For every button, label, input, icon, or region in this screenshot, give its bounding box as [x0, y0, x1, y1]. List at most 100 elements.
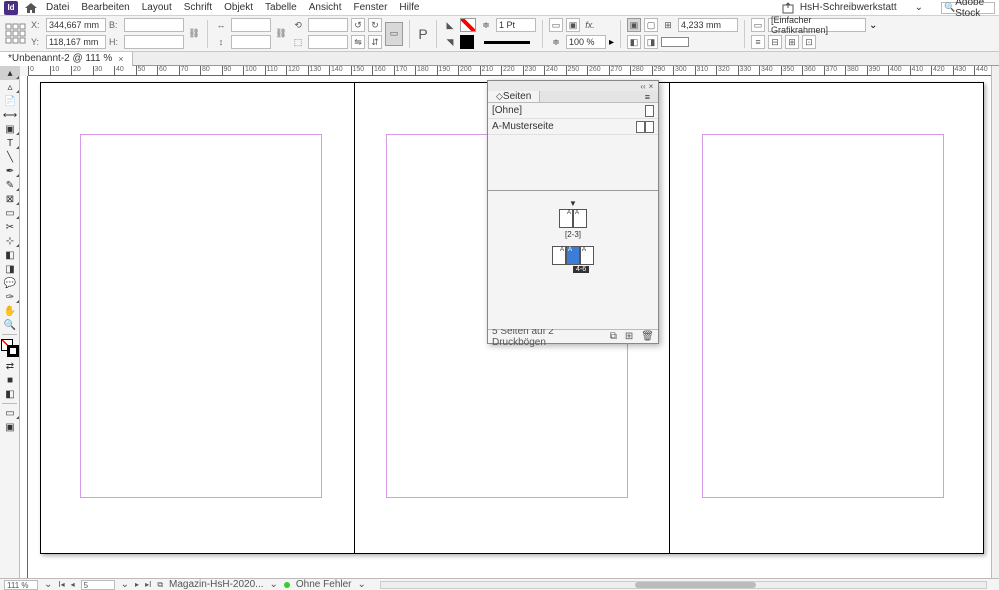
fill-stroke-icon[interactable] — [1, 339, 19, 357]
direct-selection-tool-icon[interactable]: ▵ — [0, 80, 20, 94]
selection-tool-icon[interactable]: ▴ — [0, 66, 20, 80]
fx-icon[interactable]: fx. — [583, 18, 597, 32]
apply-color-icon[interactable]: ■ — [0, 373, 20, 387]
spread-thumb[interactable]: A A [2-3] — [488, 209, 658, 228]
next-page-icon[interactable]: ▸ — [135, 580, 139, 589]
app-icon[interactable]: Id — [4, 1, 18, 15]
opacity-arrow-icon[interactable]: ▸ — [609, 37, 614, 48]
gradient-feather-tool-icon[interactable]: ◨ — [0, 262, 20, 276]
corner-options-icon[interactable]: ▭ — [549, 18, 563, 32]
pencil-tool-icon[interactable]: ✎ — [0, 178, 20, 192]
panel-titlebar[interactable]: ‹‹ × — [488, 81, 658, 91]
h-field[interactable] — [124, 35, 184, 49]
edit-page-size-icon[interactable]: ⧉ — [610, 331, 617, 342]
rectangle-tool-icon[interactable]: ▭ — [0, 206, 20, 220]
y-field[interactable]: 118,167 mm — [46, 35, 106, 49]
menu-ansicht[interactable]: Ansicht — [309, 2, 342, 13]
home-icon[interactable] — [24, 2, 38, 14]
text-wrap-icon[interactable]: ▣ — [566, 18, 580, 32]
content-collector-tool-icon[interactable]: ▣ — [0, 122, 20, 136]
menu-layout[interactable]: Layout — [142, 2, 172, 13]
horizontal-ruler[interactable]: 0102030405060708090100110120130140150160… — [28, 66, 991, 76]
gap-color-swatch[interactable] — [661, 37, 689, 47]
apply-gradient-icon[interactable]: ◧ — [0, 387, 20, 401]
gap-tool-icon[interactable]: ⟷ — [0, 108, 20, 122]
share-icon[interactable] — [782, 2, 794, 14]
paragraph-icon[interactable]: P — [416, 27, 430, 41]
x-field[interactable]: 344,667 mm — [46, 18, 106, 32]
panel-dock[interactable] — [991, 66, 999, 578]
align-icon[interactable]: ≡ — [751, 35, 765, 49]
rotate-cw-icon[interactable]: ↻ — [368, 18, 382, 32]
wh-dropdown[interactable]: 4,233 mm — [678, 18, 738, 32]
stroke-swatch[interactable] — [460, 35, 474, 49]
horizontal-scrollbar[interactable] — [380, 581, 987, 589]
distribute-icon[interactable]: ⊟ — [768, 35, 782, 49]
reference-point-icon[interactable] — [4, 22, 28, 46]
scale-x-field[interactable] — [231, 18, 271, 32]
master-none[interactable]: [Ohne] — [488, 103, 658, 119]
close-tab-icon[interactable]: × — [118, 54, 123, 64]
eyedropper-tool-icon[interactable]: ✑ — [0, 290, 20, 304]
fit-content-icon[interactable]: ▣ — [627, 18, 641, 32]
stroke-style[interactable] — [484, 41, 530, 44]
note-tool-icon[interactable]: 💬 — [0, 276, 20, 290]
zoom-tool-icon[interactable]: 🔍 — [0, 318, 20, 332]
fill-frame-icon[interactable]: ◧ — [627, 35, 641, 49]
rotate-ccw-icon[interactable]: ↺ — [351, 18, 365, 32]
zoom-dropdown-icon[interactable]: ⌄ — [44, 579, 52, 590]
type-tool-icon[interactable]: T — [0, 136, 20, 150]
page-field[interactable]: 5 — [81, 580, 115, 590]
linked-file-label[interactable]: Magazin-HsH-2020... — [169, 579, 263, 590]
screen-mode-icon[interactable]: ▣ — [0, 420, 20, 434]
menu-datei[interactable]: Datei — [46, 2, 69, 13]
delete-page-icon[interactable]: 🗑 — [641, 331, 654, 342]
container-select-icon[interactable]: ▭ — [385, 22, 403, 46]
menu-schrift[interactable]: Schrift — [184, 2, 212, 13]
menu-bearbeiten[interactable]: Bearbeiten — [81, 2, 129, 13]
document-pages-list[interactable]: ▼ A A [2-3] A A A 4-6 — [488, 191, 658, 329]
flip-h-icon[interactable]: ⇋ — [351, 35, 365, 49]
w-field[interactable] — [124, 18, 184, 32]
frame-style-dropdown[interactable]: [Einfacher Grafikrahmen] — [768, 18, 866, 32]
prev-page-icon[interactable]: ◂ — [71, 580, 75, 589]
preflight-label[interactable]: Ohne Fehler — [296, 579, 352, 590]
menu-hilfe[interactable]: Hilfe — [399, 2, 419, 13]
dropdown-arrow-icon[interactable]: ⌄ — [869, 20, 877, 31]
menu-tabelle[interactable]: Tabelle — [265, 2, 297, 13]
flip-v-icon[interactable]: ⇵ — [368, 35, 382, 49]
link-wh-icon[interactable]: ⛓ — [187, 27, 201, 41]
rotate-field[interactable] — [308, 18, 348, 32]
vertical-ruler[interactable] — [20, 76, 28, 578]
scissors-tool-icon[interactable]: ✂ — [0, 220, 20, 234]
menu-fenster[interactable]: Fenster — [354, 2, 388, 13]
group-icon[interactable]: ⊞ — [785, 35, 799, 49]
chevron-down-icon[interactable]: ⌄ — [915, 2, 923, 13]
opacity-field[interactable]: 100 % — [566, 35, 606, 49]
link-scale-icon[interactable]: ⛓ — [274, 27, 288, 41]
center-content-icon[interactable]: ▢ — [644, 18, 658, 32]
document-tab[interactable]: *Unbenannt-2 @ 111 % × — [0, 52, 133, 66]
ungroup-icon[interactable]: ⊡ — [802, 35, 816, 49]
pen-tool-icon[interactable]: ✒ — [0, 164, 20, 178]
shear-field[interactable] — [308, 35, 348, 49]
last-page-icon[interactable]: ▸I — [145, 580, 151, 589]
frame-type-icon[interactable]: ▭ — [751, 18, 765, 32]
line-tool-icon[interactable]: ╲ — [0, 150, 20, 164]
master-a[interactable]: A-Musterseite — [488, 119, 658, 135]
rectangle-frame-tool-icon[interactable]: ⊠ — [0, 192, 20, 206]
new-page-icon[interactable]: ⊞ — [625, 331, 633, 342]
fill-swatch[interactable] — [460, 18, 476, 32]
menu-objekt[interactable]: Objekt — [224, 2, 253, 13]
stock-search[interactable]: 🔍 Adobe Stock — [941, 2, 995, 14]
open-docs-icon[interactable]: ⧉ — [157, 580, 163, 590]
scale-y-field[interactable] — [231, 35, 271, 49]
panel-close-icon[interactable]: × — [647, 82, 655, 91]
spread-thumb-selected[interactable]: A A A 4-6 — [488, 246, 658, 265]
page-dropdown-icon[interactable]: ⌄ — [121, 579, 129, 590]
fit-frame-icon[interactable]: ◨ — [644, 35, 658, 49]
transform-tool-icon[interactable]: ⊹ — [0, 234, 20, 248]
workspace-switcher[interactable]: HsH-Schreibwerkstatt — [800, 2, 897, 13]
gradient-swatch-tool-icon[interactable]: ◧ — [0, 248, 20, 262]
preflight-dropdown-icon[interactable]: ⌄ — [358, 579, 366, 590]
